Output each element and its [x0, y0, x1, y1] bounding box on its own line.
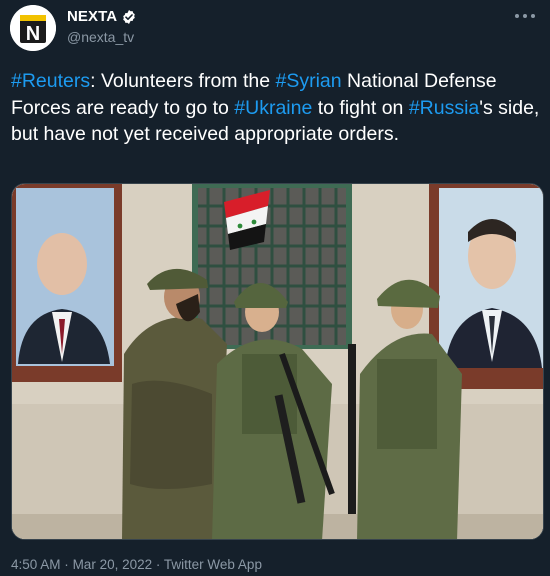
meta-separator: · [155, 557, 161, 572]
tweet-text-segment: : Volunteers from the [90, 70, 276, 92]
nexta-logo-icon: N [10, 5, 56, 51]
tweet-time[interactable]: 4:50 AM [11, 557, 61, 572]
more-horizontal-icon [515, 14, 535, 18]
author-handle[interactable]: @nexta_tv [67, 29, 134, 45]
author-name-row[interactable]: NEXTA [67, 8, 137, 25]
tweet-text: #Reuters: Volunteers from the #Syrian Na… [11, 68, 541, 148]
tweet-photo[interactable] [11, 183, 544, 540]
tweet-date[interactable]: Mar 20, 2022 [73, 557, 153, 572]
tweet: N NEXTA @nexta_tv #Reuters: Volunteers f… [0, 0, 550, 576]
hashtag-reuters[interactable]: #Reuters [11, 70, 90, 92]
display-name[interactable]: NEXTA [67, 8, 117, 25]
hashtag-ukraine[interactable]: #Ukraine [234, 97, 312, 119]
tweet-metadata: 4:50 AM · Mar 20, 2022 · Twitter Web App [11, 557, 262, 572]
verified-badge-icon [123, 9, 136, 24]
hashtag-syrian[interactable]: #Syrian [275, 70, 341, 92]
hashtag-russia[interactable]: #Russia [409, 97, 479, 119]
left-portrait [12, 184, 122, 382]
tweet-text-segment: to fight on [312, 96, 409, 119]
avatar-letter: N [26, 23, 40, 45]
meta-separator: · [64, 557, 69, 572]
more-options-button[interactable] [512, 6, 538, 26]
photo-soldiers-scene [12, 184, 543, 539]
avatar[interactable]: N [10, 5, 56, 51]
tweet-source[interactable]: Twitter Web App [164, 557, 262, 572]
